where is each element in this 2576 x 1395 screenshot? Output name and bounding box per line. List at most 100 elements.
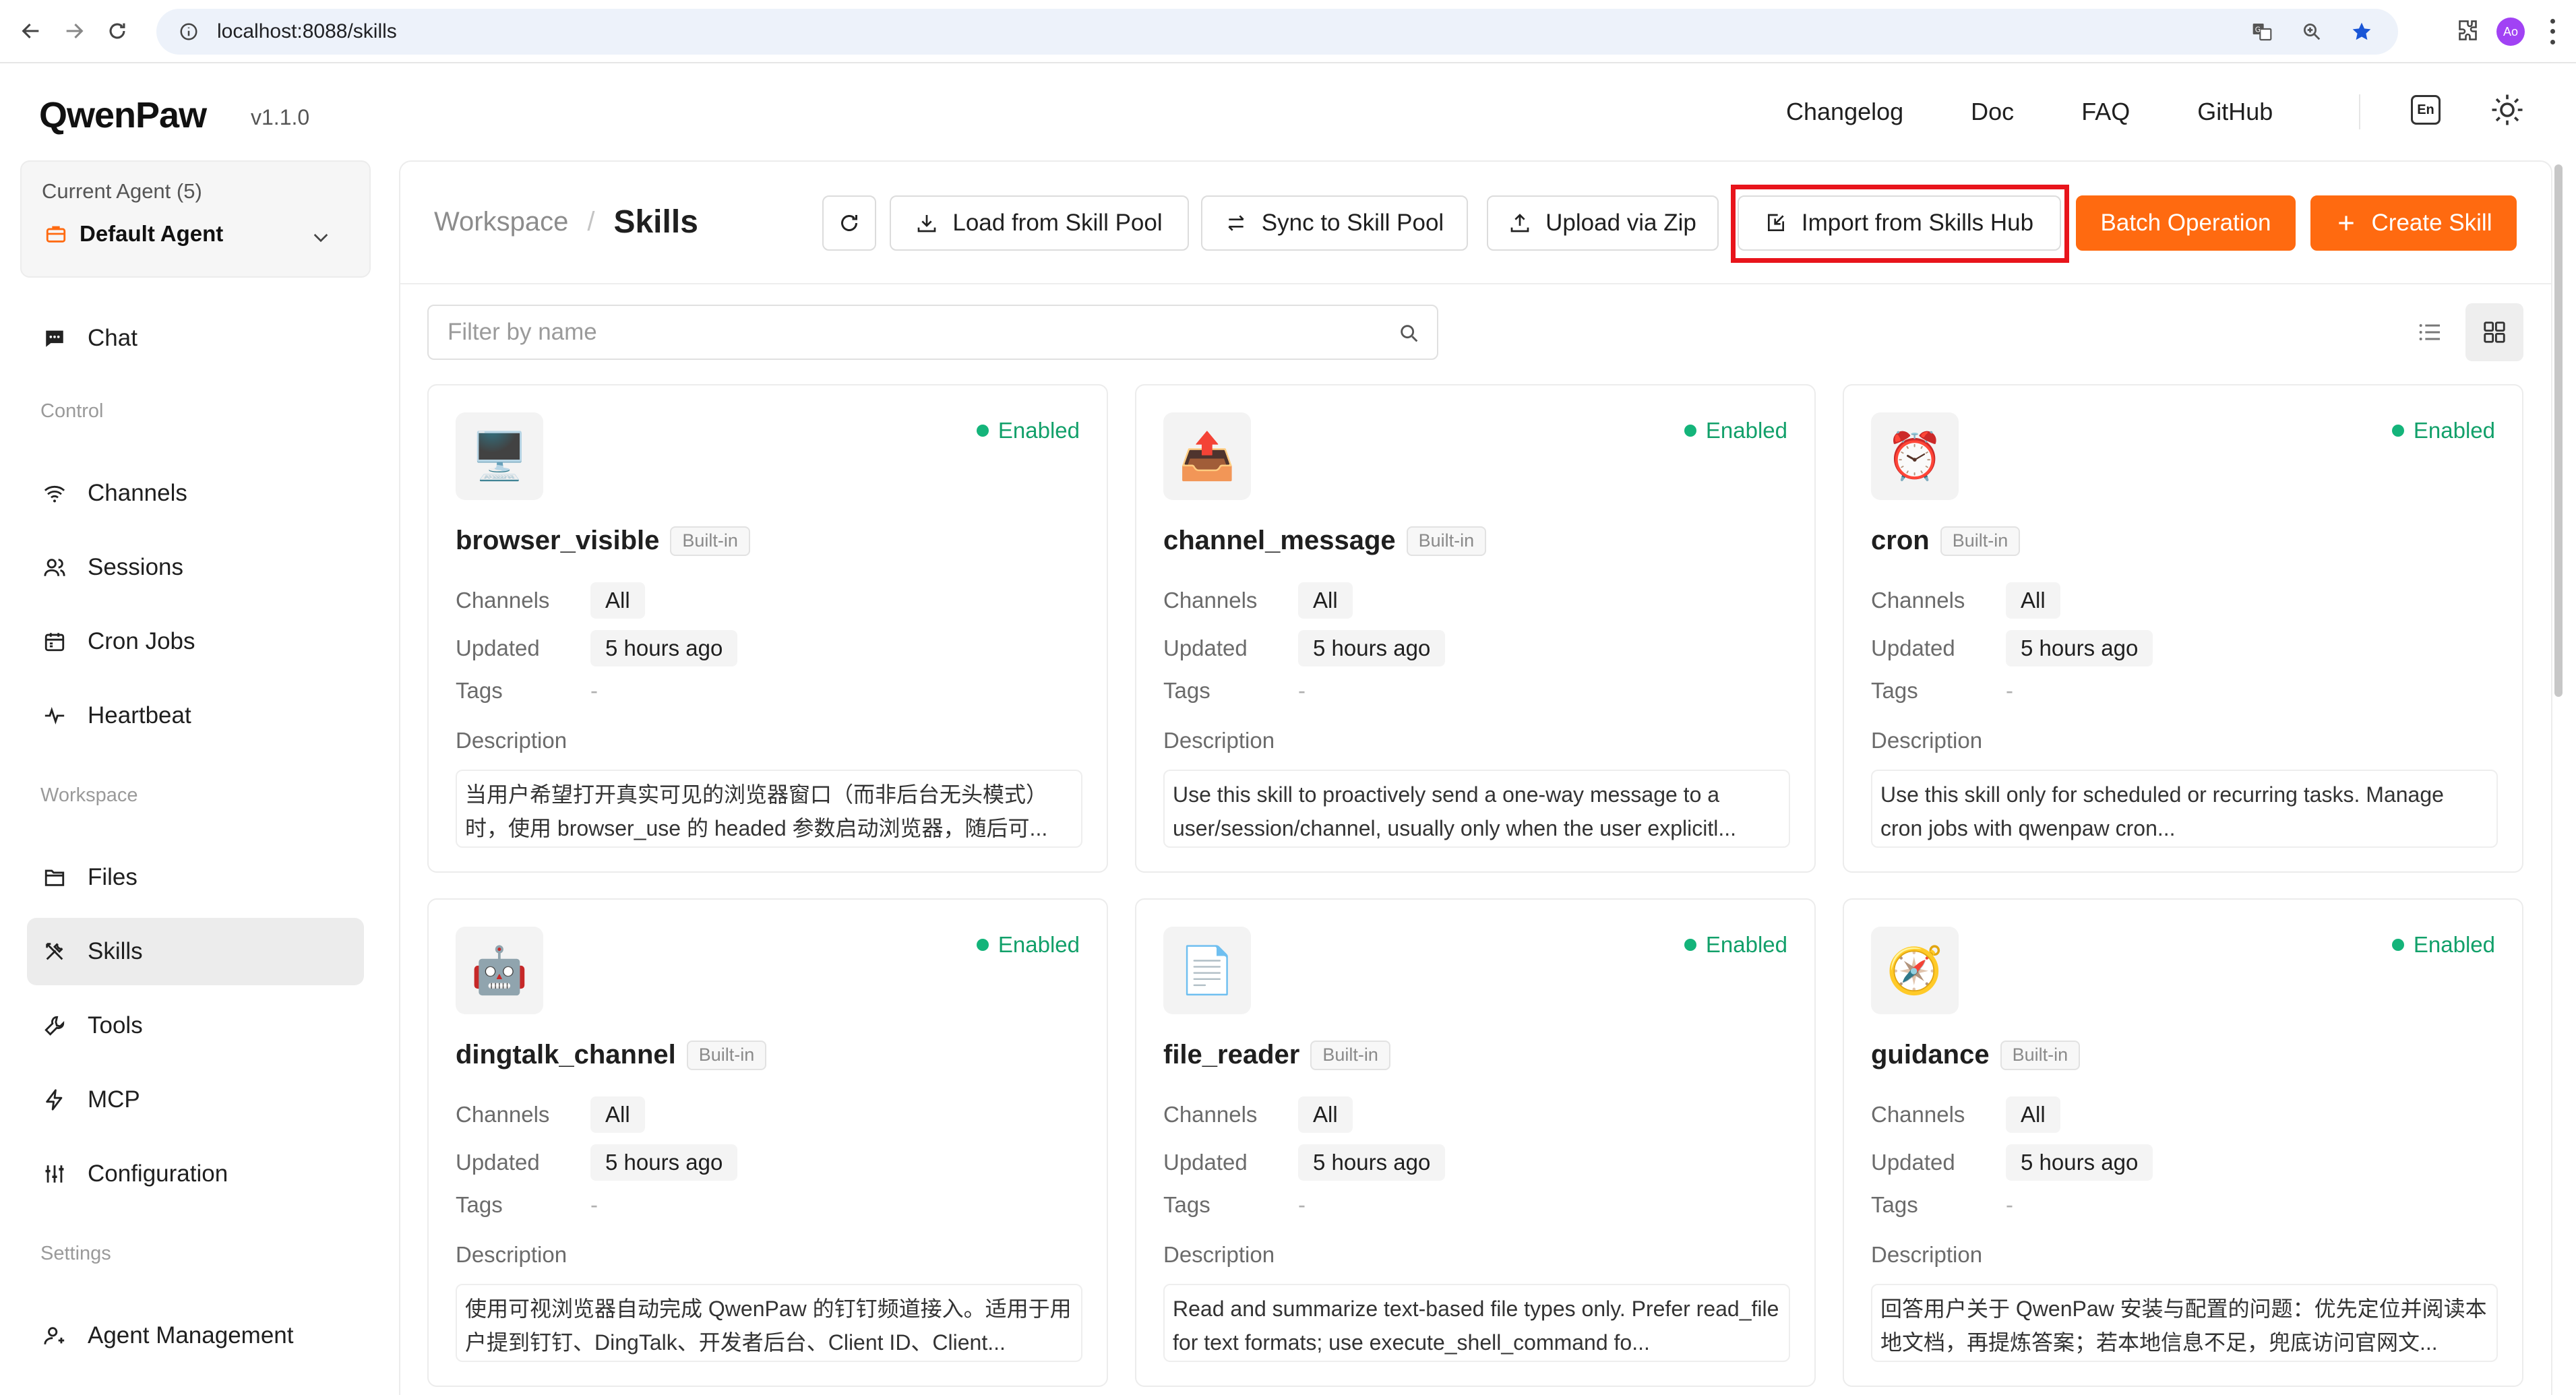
channels-label: Channels: [456, 588, 550, 613]
breadcrumb-workspace[interactable]: Workspace: [434, 207, 568, 237]
status-badge: Enabled: [1684, 932, 1787, 958]
swap-icon: [1228, 215, 1244, 231]
profile-avatar[interactable]: Ao: [2496, 18, 2525, 46]
sidebar-item-label: Heartbeat: [88, 702, 191, 728]
skill-name: dingtalk_channel: [456, 1040, 676, 1070]
tags-value: -: [590, 678, 598, 703]
channels-label: Channels: [1163, 1102, 1258, 1127]
button-label: Sync to Skill Pool: [1261, 210, 1444, 236]
search-icon[interactable]: [1398, 322, 1421, 345]
nav-changelog[interactable]: Changelog: [1786, 98, 1903, 126]
channels-value: All: [590, 582, 645, 619]
compass-icon: 🧭: [1871, 927, 1959, 1014]
svg-text:G: G: [2255, 26, 2261, 34]
app-version: v1.1.0: [251, 105, 310, 129]
skill-card[interactable]: 🧭 Enabled guidance Built-in Channels All U…: [1843, 898, 2523, 1387]
scrollbar-thumb[interactable]: [2554, 164, 2563, 697]
description-label: Description: [1163, 1242, 1275, 1267]
upload-via-zip-button[interactable]: Upload via Zip: [1487, 195, 1719, 251]
sidebar-item-label: Cron Jobs: [88, 628, 195, 654]
upload-icon: [1510, 214, 1529, 232]
chevron-down-icon[interactable]: [310, 226, 332, 248]
sliders-icon: [42, 1161, 67, 1187]
app-header: QwenPaw v1.1.0 Changelog Doc FAQ GitHub …: [0, 63, 2576, 160]
bookmark-star-icon[interactable]: [2348, 18, 2375, 45]
updated-value: 5 hours ago: [2006, 630, 2153, 666]
skill-card[interactable]: 📤 Enabled channel_message Built-in Channe…: [1135, 384, 1816, 873]
sidebar: Current Agent (5) Default Agent Chat Con…: [0, 160, 391, 1395]
site-info-icon[interactable]: [177, 20, 201, 44]
sidebar-item-tools[interactable]: Tools: [27, 992, 364, 1059]
skill-card[interactable]: 📄 Enabled file_reader Built-in Channels Al…: [1135, 898, 1816, 1387]
translate-icon[interactable]: G: [2248, 18, 2275, 45]
channels-value: All: [2006, 582, 2060, 619]
channels-value: All: [2006, 1096, 2060, 1133]
nav-doc[interactable]: Doc: [1971, 98, 2014, 126]
channels-label: Channels: [1871, 588, 1965, 613]
refresh-button[interactable]: [822, 195, 876, 251]
reload-icon[interactable]: [96, 9, 139, 53]
page-scrollbar[interactable]: [2552, 160, 2565, 1395]
address-bar[interactable]: localhost:8088/skills G: [156, 9, 2398, 55]
app-logo[interactable]: QwenPaw: [39, 94, 207, 136]
sidebar-item-label: Agent Management: [88, 1322, 294, 1348]
skill-name: channel_message: [1163, 526, 1396, 555]
agent-selector[interactable]: Current Agent (5) Default Agent: [20, 160, 371, 278]
tags-label: Tags: [1163, 1192, 1210, 1217]
breadcrumb-separator: /: [587, 207, 595, 237]
filter-bar: [427, 305, 1438, 360]
sidebar-item-chat[interactable]: Chat: [27, 305, 364, 372]
forward-icon[interactable]: [53, 9, 96, 53]
sidebar-item-cron-jobs[interactable]: Cron Jobs: [27, 608, 364, 675]
sidebar-item-mcp[interactable]: MCP: [27, 1066, 364, 1134]
button-label: Load from Skill Pool: [952, 210, 1163, 236]
sun-icon[interactable]: [2489, 92, 2525, 128]
filter-input[interactable]: [448, 319, 1364, 346]
browser-menu-icon[interactable]: [2542, 16, 2563, 47]
sidebar-item-label: Configuration: [88, 1160, 228, 1187]
sidebar-item-agent-management[interactable]: Agent Management: [27, 1302, 364, 1369]
language-toggle[interactable]: En: [2411, 95, 2441, 125]
users-icon: [42, 555, 67, 580]
zoom-icon[interactable]: [2298, 18, 2325, 45]
sidebar-item-files[interactable]: Files: [27, 844, 364, 911]
sidebar-group-control: Control: [40, 400, 104, 422]
user-settings-icon: [42, 1323, 67, 1348]
breadcrumb: Workspace / Skills: [434, 204, 698, 241]
sidebar-item-sessions[interactable]: Sessions: [27, 534, 364, 601]
status-badge: Enabled: [2391, 418, 2495, 443]
sidebar-item-configuration[interactable]: Configuration: [27, 1140, 364, 1208]
back-icon[interactable]: [9, 9, 53, 53]
tools-cross-icon: [42, 939, 67, 964]
skill-name: guidance: [1871, 1040, 1990, 1070]
sidebar-group-workspace: Workspace: [40, 784, 138, 806]
tags-label: Tags: [1163, 678, 1210, 703]
skill-card[interactable]: 🤖 Enabled dingtalk_channel Built-in Chann…: [427, 898, 1108, 1387]
skill-card[interactable]: 🖥️ Enabled browser_visible Built-in Chann…: [427, 384, 1108, 873]
channels-value: All: [590, 1096, 645, 1133]
skill-description: Use this skill to proactively send a one…: [1163, 770, 1790, 848]
grid-view-toggle[interactable]: [2465, 303, 2523, 361]
sidebar-item-heartbeat[interactable]: Heartbeat: [27, 682, 364, 749]
tags-label: Tags: [1871, 1192, 1918, 1217]
skill-card[interactable]: ⏰ Enabled cron Built-in Channels All Updat…: [1843, 384, 2523, 873]
highlight-annotation: [1731, 185, 2069, 263]
skill-description: Use this skill only for scheduled or rec…: [1871, 770, 2498, 848]
create-skill-button[interactable]: Create Skill: [2310, 195, 2517, 251]
nav-faq[interactable]: FAQ: [2081, 98, 2130, 126]
sidebar-group-settings: Settings: [40, 1243, 111, 1264]
channels-label: Channels: [1871, 1102, 1965, 1127]
description-label: Description: [1163, 728, 1275, 753]
sidebar-item-channels[interactable]: Channels: [27, 460, 364, 527]
updated-label: Updated: [1163, 636, 1248, 660]
batch-operation-button[interactable]: Batch Operation: [2076, 195, 2296, 251]
list-view-toggle[interactable]: [2401, 303, 2459, 361]
load-from-skill-pool-button[interactable]: Load from Skill Pool: [890, 195, 1189, 251]
status-badge: Enabled: [1684, 418, 1787, 443]
sidebar-item-skills[interactable]: Skills: [27, 918, 364, 985]
nav-github[interactable]: GitHub: [2197, 98, 2273, 126]
extensions-icon[interactable]: [2455, 18, 2479, 46]
updated-value: 5 hours ago: [1298, 630, 1446, 666]
sync-to-skill-pool-button[interactable]: Sync to Skill Pool: [1201, 195, 1468, 251]
updated-label: Updated: [1871, 636, 1955, 660]
